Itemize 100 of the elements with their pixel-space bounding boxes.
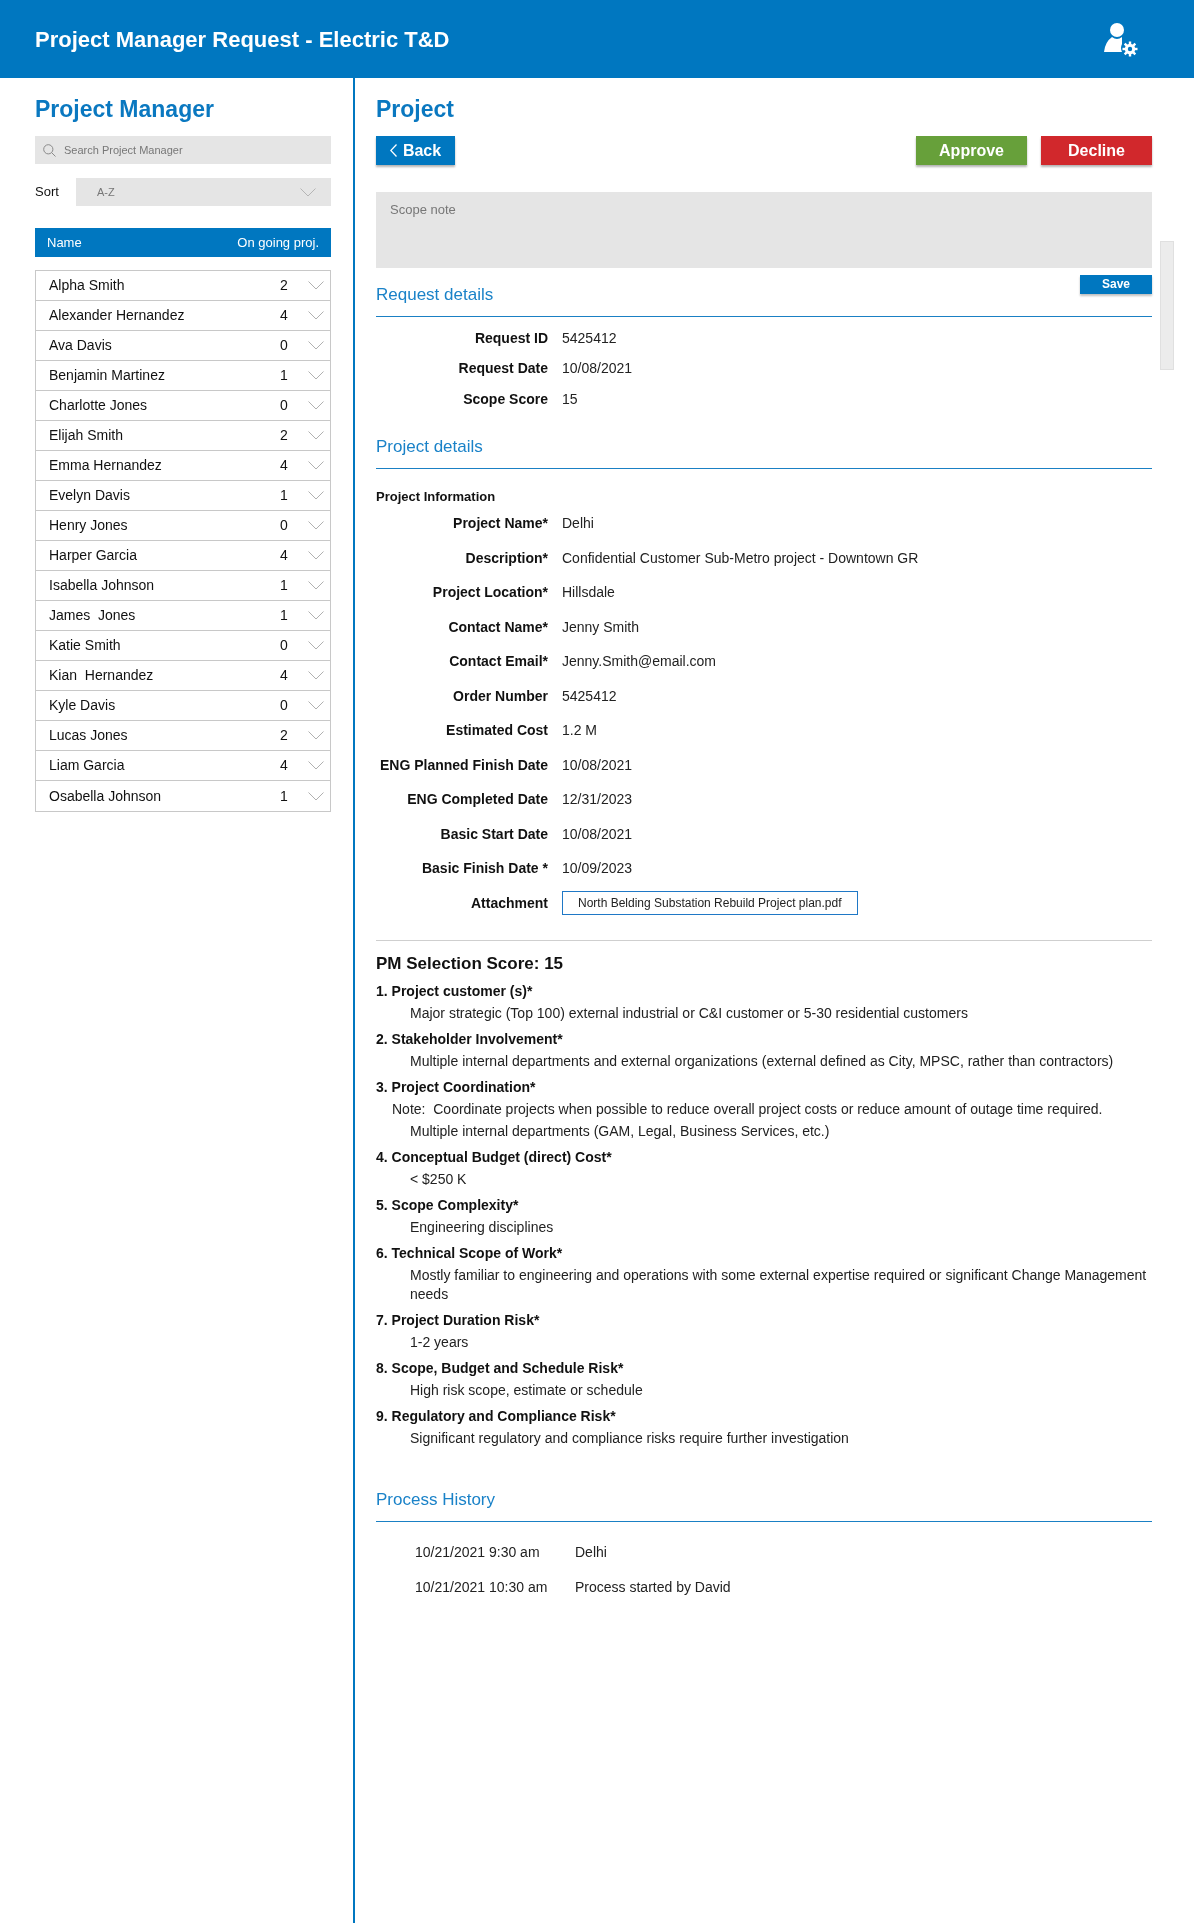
- chevron-down-icon[interactable]: [308, 281, 324, 290]
- project-count: 0: [279, 396, 289, 415]
- score-heading: PM Selection Score: 15: [376, 952, 565, 975]
- history-event: Delhi: [575, 1542, 607, 1562]
- criterion-answer: < $250 K: [409, 1169, 468, 1189]
- project-count: 0: [279, 696, 289, 715]
- chevron-down-icon[interactable]: [308, 431, 324, 440]
- column-header: Name: [47, 233, 82, 252]
- field-value: 10/08/2021: [562, 359, 633, 379]
- field-label: Basic Start Date: [439, 824, 548, 844]
- manager-name: Harper Garcia: [49, 546, 138, 565]
- chevron-down-icon[interactable]: [308, 701, 324, 710]
- criterion-title: 4. Conceptual Budget (direct) Cost*: [376, 1147, 613, 1167]
- criterion-title: 1. Project customer (s)*: [376, 981, 534, 1001]
- manager-name: Alexander Hernandez: [49, 306, 186, 325]
- field-label: Request Date: [457, 359, 548, 379]
- criterion-title: 7. Project Duration Risk*: [376, 1310, 541, 1330]
- criterion-title: 8. Scope, Budget and Schedule Risk*: [376, 1358, 625, 1378]
- field-label: ENG Completed Date: [406, 790, 548, 810]
- chevron-down-icon[interactable]: [308, 671, 324, 680]
- app-title: Project Manager Request - Electric T&D: [35, 25, 450, 54]
- section-heading: Process History: [376, 1488, 496, 1511]
- manager-name: Osabella Johnson: [49, 786, 163, 806]
- field-label: Attachment: [470, 893, 548, 913]
- field-value: Jenny Smith: [562, 617, 640, 637]
- chevron-down-icon[interactable]: [308, 401, 324, 410]
- project-count: 0: [279, 336, 289, 355]
- chevron-down-icon[interactable]: [308, 581, 324, 590]
- field-value: 5425412: [562, 686, 617, 706]
- chevron-down-icon[interactable]: [308, 551, 324, 560]
- manager-name: Emma Hernandez: [49, 456, 163, 475]
- chevron-down-icon[interactable]: [308, 491, 324, 500]
- scope-note-field[interactable]: Scope note: [376, 192, 1152, 268]
- project-count: 4: [279, 666, 289, 685]
- field-value: 1.2 M: [562, 721, 597, 741]
- manager-name: Evelyn Davis: [49, 486, 131, 505]
- chevron-down-icon[interactable]: [300, 187, 316, 197]
- chevron-down-icon[interactable]: [308, 641, 324, 650]
- criterion-title: 5. Scope Complexity*: [376, 1195, 520, 1215]
- scrollbar-thumb[interactable]: [1160, 241, 1174, 370]
- field-label: Description*: [464, 548, 548, 568]
- field-label: Order Number: [452, 686, 548, 706]
- field-value: Delhi: [562, 514, 594, 534]
- project-count: 4: [279, 456, 289, 475]
- criterion-note: Note: Coordinate projects when possible to reduce overall project costs or reduce amount of outage time required.: [391, 1099, 1104, 1119]
- subsection-title: Project Information: [376, 487, 497, 506]
- project-count: 2: [279, 276, 289, 295]
- attachment-link[interactable]: North Belding Substation Rebuild Project plan.pdf: [562, 891, 858, 916]
- field-label: Scope Score: [462, 389, 548, 409]
- manager-name: Benjamin Martinez: [49, 366, 166, 385]
- column-header: On going proj.: [237, 233, 319, 252]
- history-time: 10/21/2021 10:30 am: [415, 1577, 549, 1597]
- field-value: Confidential Customer Sub-Metro project - Downtown GR: [562, 548, 919, 568]
- chevron-down-icon[interactable]: [308, 341, 324, 350]
- field-value: 12/31/2023: [562, 790, 633, 810]
- chevron-down-icon[interactable]: [308, 371, 324, 380]
- sort-label: Sort: [35, 183, 60, 202]
- field-value: Jenny.Smith@email.com: [562, 652, 716, 672]
- manager-name: Elijah Smith: [49, 426, 124, 445]
- project-count: 2: [279, 726, 289, 745]
- project-count: 1: [279, 606, 289, 625]
- chevron-down-icon[interactable]: [308, 311, 324, 320]
- project-count: 4: [279, 756, 289, 775]
- field-label: Request ID: [473, 328, 548, 348]
- decline-button[interactable]: Decline: [1041, 136, 1152, 165]
- project-count: 0: [279, 516, 289, 535]
- manager-name: Kyle Davis: [49, 696, 117, 715]
- sort-dropdown[interactable]: A-Z: [76, 178, 331, 206]
- criterion-answer: Significant regulatory and compliance risks require further investigation: [409, 1428, 850, 1448]
- chevron-down-icon[interactable]: [308, 791, 324, 801]
- back-button[interactable]: Back: [376, 136, 455, 165]
- chevron-down-icon[interactable]: [308, 521, 324, 530]
- chevron-down-icon[interactable]: [308, 611, 324, 620]
- criterion-answer: Multiple internal departments and external organizations (external defined as City, MPSC, rather than contractors): [409, 1051, 1115, 1071]
- page-title: Project: [376, 95, 455, 123]
- manager-name: Isabella Johnson: [49, 576, 156, 595]
- manager-name: Ava Davis: [49, 336, 113, 355]
- user-gear-icon[interactable]: [1103, 21, 1138, 57]
- criterion-answer: Engineering disciplines: [409, 1217, 555, 1237]
- panel-title: Project Manager: [35, 95, 215, 123]
- chevron-down-icon[interactable]: [308, 731, 324, 740]
- field-label: Basic Finish Date *: [420, 859, 548, 879]
- search-field[interactable]: Search Project Manager: [35, 136, 331, 164]
- criterion-title: 9. Regulatory and Compliance Risk*: [376, 1406, 617, 1426]
- field-label: Project Location*: [431, 583, 548, 603]
- project-count: 1: [279, 576, 289, 595]
- chevron-down-icon[interactable]: [308, 761, 324, 770]
- chevron-left-icon: [389, 144, 397, 157]
- project-count: 1: [279, 786, 289, 806]
- field-label: Project Name*: [452, 514, 548, 534]
- criterion-answer: High risk scope, estimate or schedule: [409, 1380, 644, 1400]
- history-event: Process started by David: [575, 1577, 731, 1597]
- save-button[interactable]: Save: [1080, 275, 1152, 294]
- manager-name: Katie Smith: [49, 636, 122, 655]
- chevron-down-icon[interactable]: [308, 461, 324, 470]
- criterion-title: 3. Project Coordination*: [376, 1077, 537, 1097]
- search-icon: [43, 144, 56, 157]
- field-value: 10/08/2021: [562, 824, 633, 844]
- project-count: 1: [279, 486, 289, 505]
- field-label: ENG Planned Finish Date: [378, 755, 548, 775]
